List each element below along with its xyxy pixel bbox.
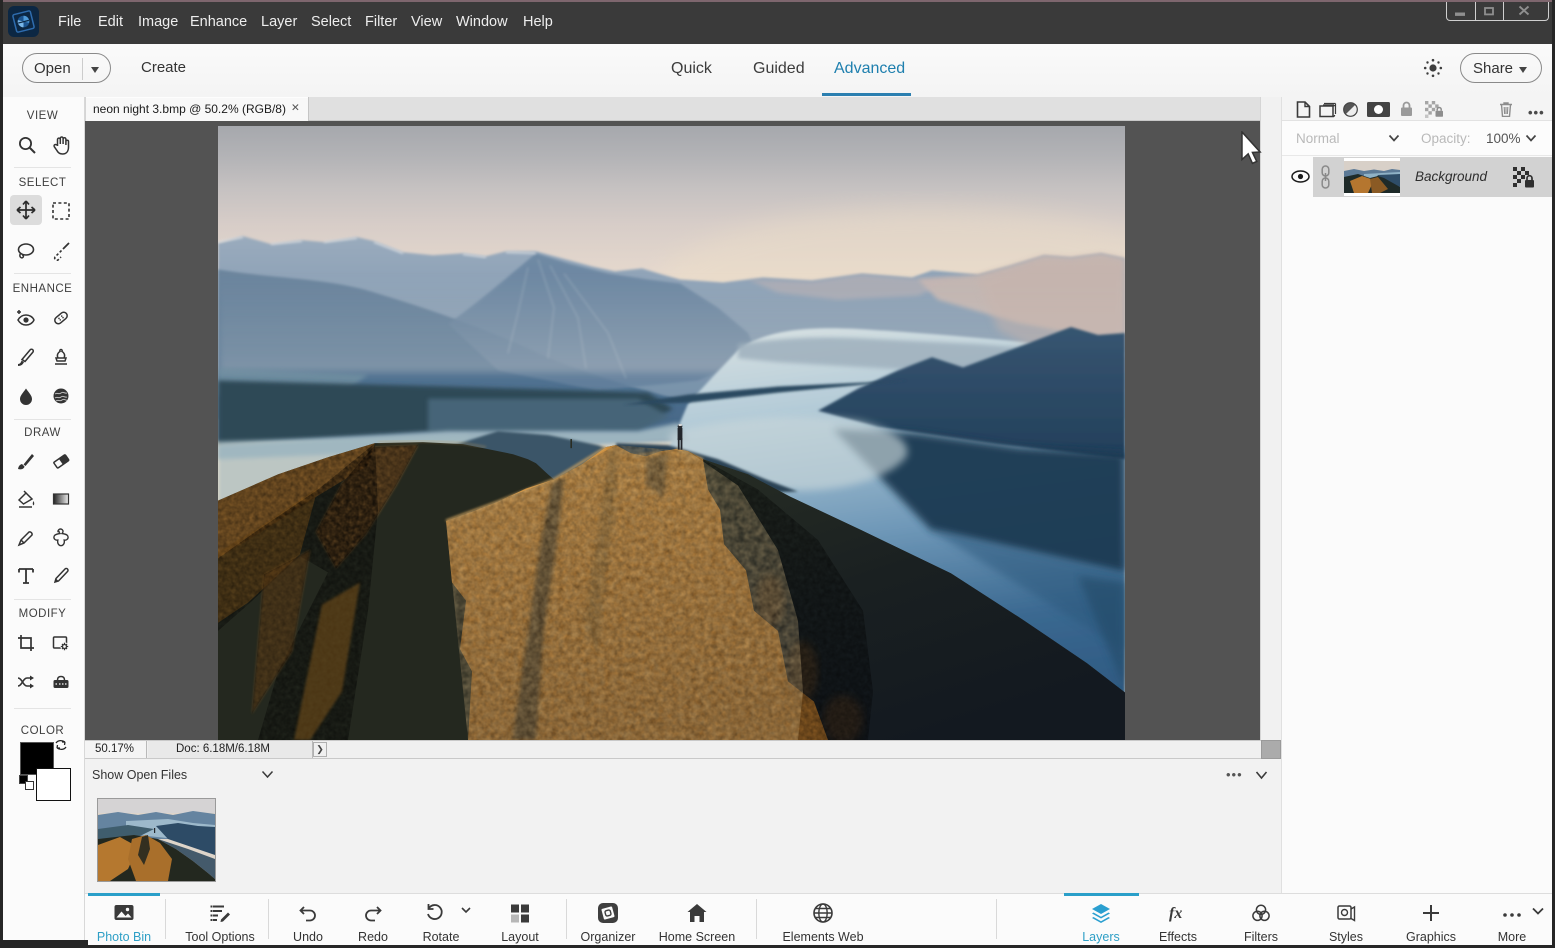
svg-text:fx: fx bbox=[1169, 905, 1182, 922]
